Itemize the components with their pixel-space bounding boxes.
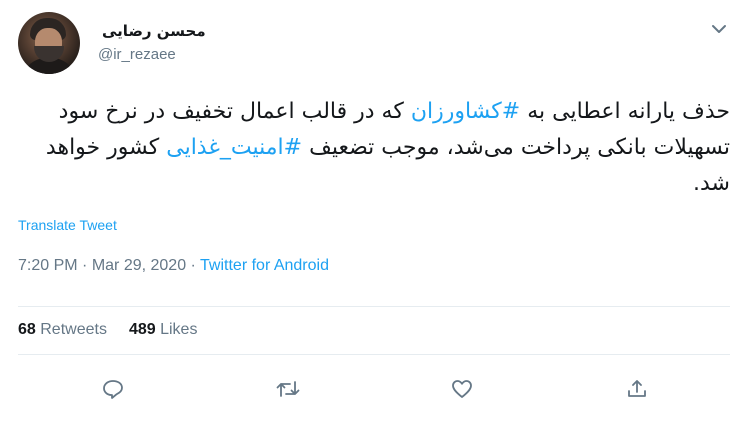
tweet-time[interactable]: 7:20 PM (18, 257, 78, 274)
retweets-label: Retweets (35, 321, 107, 338)
reply-icon[interactable] (96, 372, 130, 406)
divider (18, 354, 730, 355)
meta-separator: · (186, 257, 201, 274)
divider (18, 306, 730, 307)
author-handle[interactable]: @ir_rezaee (98, 46, 176, 63)
translate-tweet-link[interactable]: Translate Tweet (18, 217, 117, 233)
tweet-header: محسن رضایی @ir_rezaee (18, 12, 730, 74)
retweet-icon[interactable] (271, 372, 305, 406)
tweet-meta: 7:20 PM · Mar 29, 2020 · Twitter for And… (18, 257, 329, 275)
tweet-actions (18, 372, 730, 406)
tweet-stats: 68 Retweets 489 Likes (18, 321, 197, 339)
meta-separator: · (77, 257, 92, 274)
likes-stat[interactable]: 489 Likes (129, 321, 198, 338)
likes-label: Likes (155, 321, 198, 338)
tweet-text-part1: حذف یارانه اعطایی به (520, 99, 730, 124)
tweet-source-link[interactable]: Twitter for Android (200, 257, 329, 274)
avatar[interactable] (18, 12, 80, 74)
like-icon[interactable] (445, 372, 479, 406)
likes-count: 489 (128, 321, 156, 338)
tweet-text: حذف یارانه اعطایی به #کشاورزان که در قال… (18, 94, 730, 202)
retweets-count: 68 (18, 321, 36, 338)
hashtag-link[interactable]: #کشاورزان (411, 99, 520, 124)
share-icon[interactable] (620, 372, 654, 406)
tweet-date[interactable]: Mar 29, 2020 (92, 257, 186, 274)
author-name[interactable]: محسن رضایی (102, 22, 206, 40)
chevron-down-icon[interactable] (708, 18, 730, 40)
retweets-stat[interactable]: 68 Retweets (18, 321, 107, 338)
hashtag-link[interactable]: #امنیت_غذایی (166, 135, 302, 160)
